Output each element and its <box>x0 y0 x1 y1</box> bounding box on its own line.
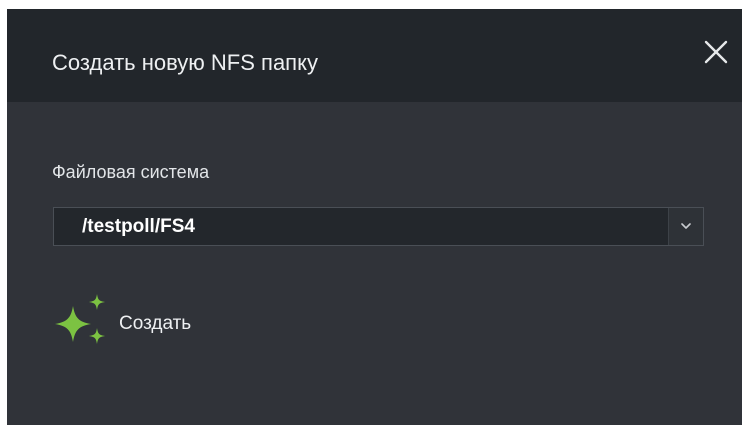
create-button-label: Создать <box>119 313 192 334</box>
create-button[interactable]: Создать <box>51 292 241 350</box>
sparkle-icon <box>55 294 105 344</box>
filesystem-label: Файловая система <box>52 162 210 182</box>
select-dropdown-toggle[interactable] <box>668 208 703 245</box>
close-icon <box>704 40 728 64</box>
close-button[interactable] <box>703 39 729 65</box>
filesystem-select-value: /testpoll/FS4 <box>82 216 195 237</box>
dialog-header: Создать новую NFS папку <box>7 9 742 102</box>
chevron-down-icon <box>681 223 691 229</box>
filesystem-select[interactable]: /testpoll/FS4 <box>53 207 704 246</box>
dialog-title: Создать новую NFS папку <box>52 50 318 75</box>
create-nfs-folder-dialog: Создать новую NFS папку Файловая система… <box>7 9 742 425</box>
